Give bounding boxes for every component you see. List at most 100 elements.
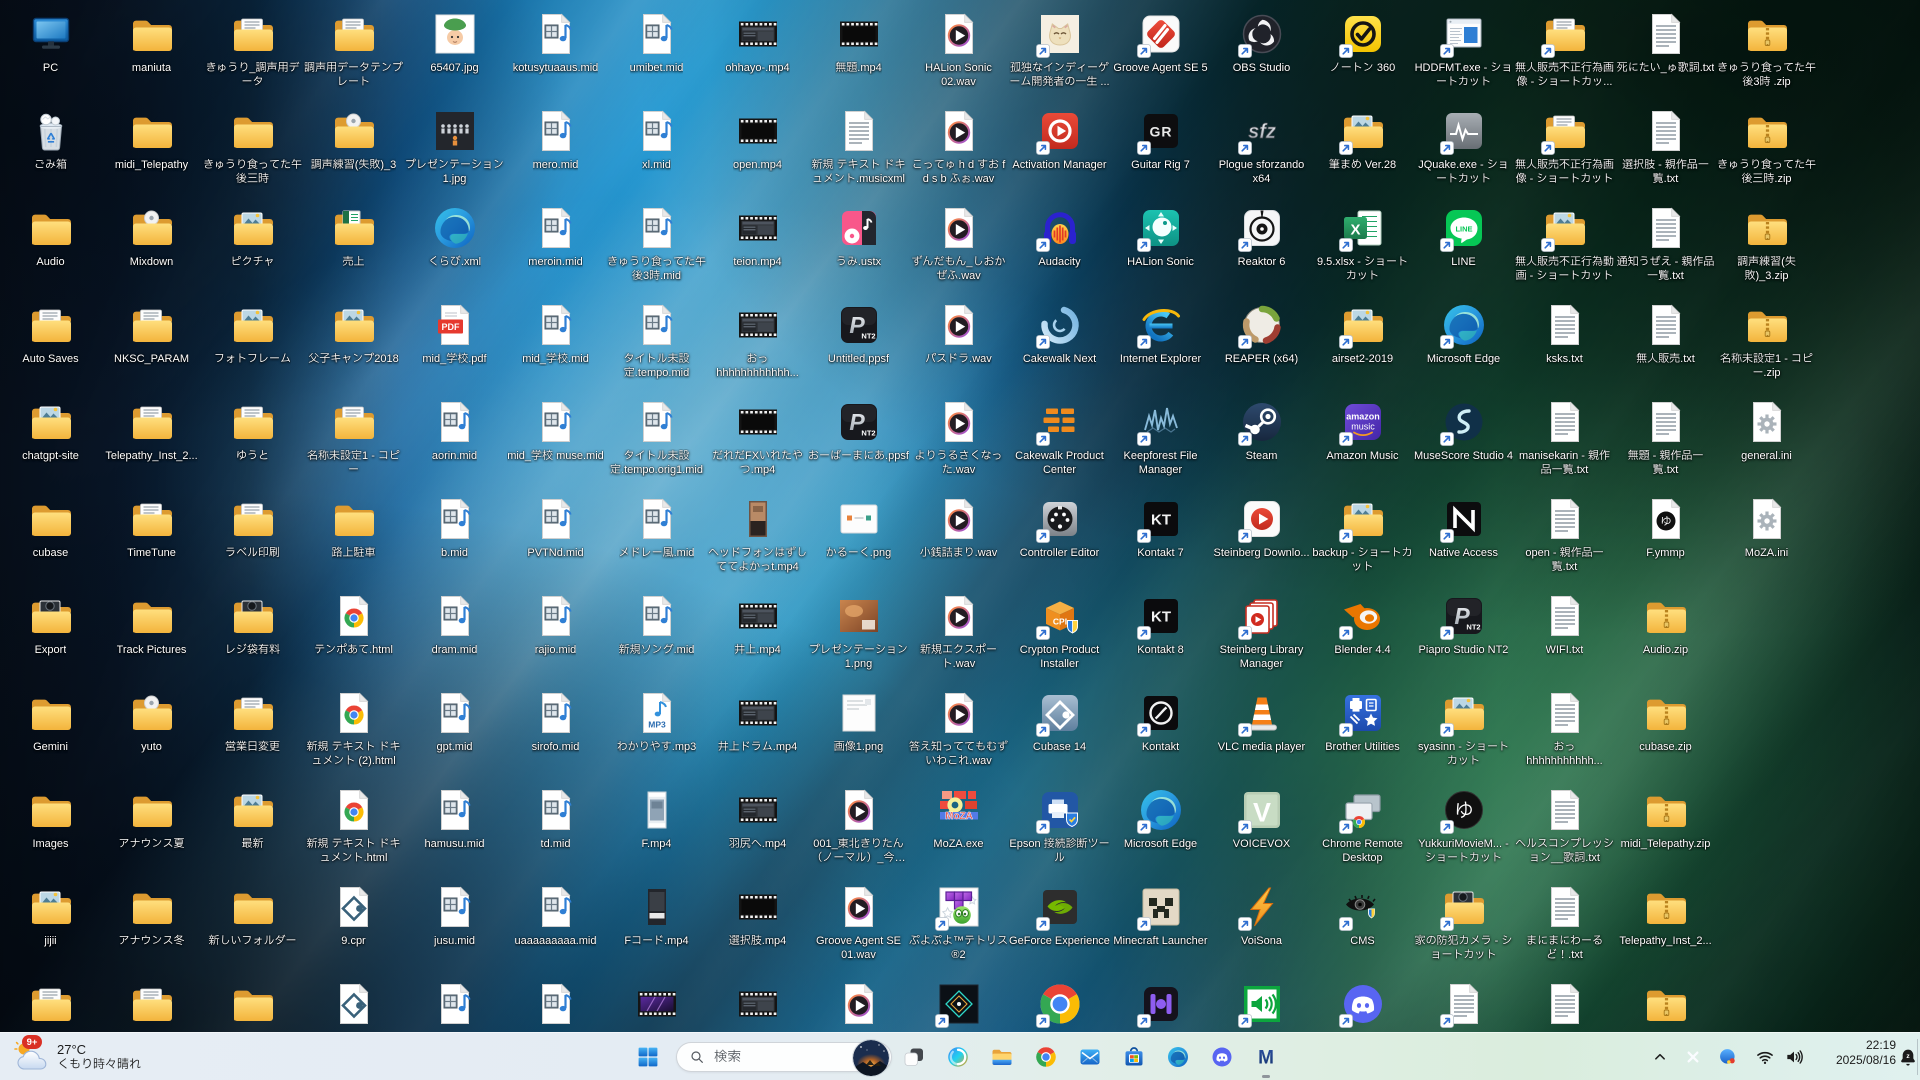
- desktop-icon[interactable]: Gemini: [0, 689, 101, 754]
- desktop-icon[interactable]: VoiSona: [1211, 883, 1312, 948]
- desktop-icon[interactable]: td.mid: [505, 786, 606, 851]
- desktop-icon[interactable]: ピクチャ: [202, 204, 303, 269]
- desktop-icon[interactable]: おっ hhhhhhhhhhhh...: [707, 301, 808, 380]
- desktop-icon[interactable]: タイトル未設定.tempo.mid: [606, 301, 707, 380]
- desktop-icon[interactable]: jusu.mid: [404, 883, 505, 948]
- desktop-icon[interactable]: うみ.ustx: [808, 204, 909, 269]
- desktop-icon[interactable]: Untitled.ppsf: [808, 301, 909, 366]
- tray-clock[interactable]: 22:19 2025/08/16: [1796, 1038, 1896, 1067]
- desktop-icon[interactable]: airset2-2019: [1312, 301, 1413, 366]
- copilot-taskbar-button[interactable]: [946, 1045, 970, 1069]
- desktop-icon[interactable]: きゅうり食ってた午後三時.zip: [1716, 107, 1817, 186]
- desktop-icon[interactable]: [1413, 980, 1514, 1028]
- desktop-icon[interactable]: 新規エクスポート.wav: [908, 592, 1009, 671]
- desktop-icon[interactable]: MuseScore Studio 4: [1413, 398, 1514, 463]
- desktop-icon[interactable]: 新規 テキスト ドキュメント.html: [303, 786, 404, 865]
- desktop-icon[interactable]: 001_東北きりたん（ノーマル）_今じゃ...: [808, 786, 909, 865]
- desktop-icon[interactable]: F.ymmp: [1615, 495, 1716, 560]
- microsoft-store-taskbar-button[interactable]: [1122, 1045, 1146, 1069]
- desktop-icon[interactable]: 調声練習(失敗)_3: [303, 107, 404, 172]
- desktop-icon[interactable]: 売上: [303, 204, 404, 269]
- desktop-icon[interactable]: hamusu.mid: [404, 786, 505, 851]
- desktop-icon[interactable]: Internet Explorer: [1110, 301, 1211, 366]
- desktop-icon[interactable]: [808, 980, 909, 1028]
- desktop-icon[interactable]: Minecraft Launcher: [1110, 883, 1211, 948]
- desktop-icon[interactable]: Audio: [0, 204, 101, 269]
- desktop-icon[interactable]: 調声練習(失敗)_3.zip: [1716, 204, 1817, 283]
- desktop-icon[interactable]: 無人販売不正行為画像 - ショートカット: [1514, 107, 1615, 186]
- desktop-icon[interactable]: タイトル未設定.tempo.orig1.mid: [606, 398, 707, 477]
- desktop-icon[interactable]: umibet.mid: [606, 10, 707, 75]
- desktop-icon[interactable]: 父子キャンプ2018: [303, 301, 404, 366]
- desktop-icon[interactable]: Cakewalk Product Center: [1009, 398, 1110, 477]
- desktop-icon[interactable]: ノートン 360: [1312, 10, 1413, 75]
- desktop-icon[interactable]: レジ袋有料: [202, 592, 303, 657]
- desktop-icon[interactable]: 井上.mp4: [707, 592, 808, 657]
- desktop-icon[interactable]: [1110, 980, 1211, 1028]
- desktop-icon[interactable]: 羽尻へ.mp4: [707, 786, 808, 851]
- desktop-icon[interactable]: MoZA.exe: [908, 786, 1009, 851]
- desktop-icon[interactable]: 通知うぜえ - 親作品一覧.txt: [1615, 204, 1716, 283]
- desktop-icon[interactable]: F.mp4: [606, 786, 707, 851]
- desktop-icon[interactable]: Track Pictures: [101, 592, 202, 657]
- desktop-icon[interactable]: [202, 980, 303, 1028]
- desktop-icon[interactable]: [1514, 980, 1615, 1028]
- desktop-icon[interactable]: uaaaaaaaaa.mid: [505, 883, 606, 948]
- desktop-icon[interactable]: REAPER (x64): [1211, 301, 1312, 366]
- desktop-icon[interactable]: VOICEVOX: [1211, 786, 1312, 851]
- desktop-icon[interactable]: Microsoft Edge: [1413, 301, 1514, 366]
- desktop-icon[interactable]: open.mp4: [707, 107, 808, 172]
- desktop-icon[interactable]: Microsoft Edge: [1110, 786, 1211, 851]
- desktop-icon[interactable]: 名称未設定1 - コピー.zip: [1716, 301, 1817, 380]
- desktop-icon[interactable]: HDDFMT.exe - ショートカット: [1413, 10, 1514, 89]
- desktop-icon[interactable]: HALion Sonic 02.wav: [908, 10, 1009, 89]
- desktop-icon[interactable]: Epson 接続診断ツール: [1009, 786, 1110, 865]
- desktop-icon[interactable]: Kontakt 8: [1110, 592, 1211, 657]
- notification-bell-button[interactable]: [1898, 1047, 1918, 1067]
- desktop-icon[interactable]: cubase: [0, 495, 101, 560]
- desktop-icon[interactable]: きゅうり食ってた午後3時 .zip: [1716, 10, 1817, 89]
- desktop-icon[interactable]: kotusytuaaus.mid: [505, 10, 606, 75]
- desktop-icon[interactable]: gpt.mid: [404, 689, 505, 754]
- desktop-icon[interactable]: b.mid: [404, 495, 505, 560]
- desktop-icon[interactable]: 小銭詰まり.wav: [908, 495, 1009, 560]
- desktop-icon[interactable]: xl.mid: [606, 107, 707, 172]
- desktop-icon[interactable]: まにまにわーるど！.txt: [1514, 883, 1615, 962]
- desktop-icon[interactable]: 営業日変更: [202, 689, 303, 754]
- desktop-icon[interactable]: おっ hhhhhhhhhhh...: [1514, 689, 1615, 768]
- desktop-icon[interactable]: general.ini: [1716, 398, 1817, 463]
- desktop-icon[interactable]: きゅうり_調声用データ: [202, 10, 303, 89]
- desktop-icon[interactable]: アナウンス冬: [101, 883, 202, 948]
- desktop-icon[interactable]: Controller Editor: [1009, 495, 1110, 560]
- desktop-icon[interactable]: Images: [0, 786, 101, 851]
- desktop-icon[interactable]: Fコード.mp4: [606, 883, 707, 948]
- desktop-icon[interactable]: GeForce Experience: [1009, 883, 1110, 948]
- desktop-icon[interactable]: Blender 4.4: [1312, 592, 1413, 657]
- file-explorer-taskbar-button[interactable]: [990, 1045, 1014, 1069]
- desktop-icon[interactable]: JQuake.exe - ショートカット: [1413, 107, 1514, 186]
- desktop-icon[interactable]: Groove Agent SE 5: [1110, 10, 1211, 75]
- desktop-icon[interactable]: PC: [0, 10, 101, 75]
- desktop-icon[interactable]: ラベル印刷: [202, 495, 303, 560]
- desktop-icon[interactable]: 筆まめ Ver.28: [1312, 107, 1413, 172]
- desktop-icon[interactable]: aorin.mid: [404, 398, 505, 463]
- desktop-icon[interactable]: Kontakt: [1110, 689, 1211, 754]
- desktop-icon[interactable]: 調声用データテンプレート: [303, 10, 404, 89]
- desktop-icon[interactable]: Telepathy_Inst_2...: [101, 398, 202, 463]
- desktop-icon[interactable]: 9.5.xlsx - ショートカット: [1312, 204, 1413, 283]
- desktop-icon[interactable]: MoZA.ini: [1716, 495, 1817, 560]
- m-app-taskbar-button[interactable]: [1254, 1045, 1278, 1069]
- desktop-icon[interactable]: Steinberg Downlo...: [1211, 495, 1312, 560]
- desktop-icon[interactable]: mid_学校 muse.mid: [505, 398, 606, 463]
- desktop-icon[interactable]: 井上ドラム.mp4: [707, 689, 808, 754]
- show-desktop-strip[interactable]: [1917, 1039, 1918, 1075]
- desktop-icon[interactable]: 画像1.png: [808, 689, 909, 754]
- desktop-icon[interactable]: yuto: [101, 689, 202, 754]
- desktop-icon[interactable]: 無人販売.txt: [1615, 301, 1716, 366]
- desktop-icon[interactable]: Telepathy_Inst_2...: [1615, 883, 1716, 948]
- desktop-icon[interactable]: フォトフレーム: [202, 301, 303, 366]
- desktop-icon[interactable]: [303, 980, 404, 1028]
- desktop-icon[interactable]: Audio.zip: [1615, 592, 1716, 657]
- desktop-icon[interactable]: ずんだもん_しおかぜふ.wav: [908, 204, 1009, 283]
- desktop-icon[interactable]: midi_Telepathy: [101, 107, 202, 172]
